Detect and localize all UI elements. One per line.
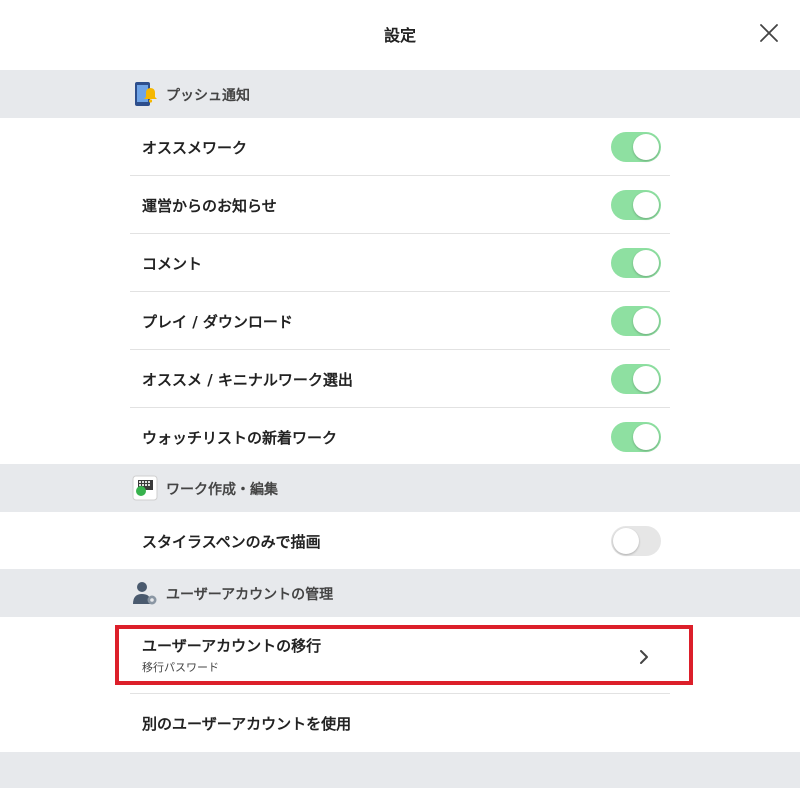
setting-row: プレイ / ダウンロード	[130, 292, 670, 350]
setting-label: 運営からのお知らせ	[142, 197, 277, 215]
setting-label: スタイラスペンのみで描画	[142, 533, 321, 551]
section-label-push: プッシュ通知	[166, 88, 250, 104]
setting-row: オススメ / キニナルワーク選出	[130, 350, 670, 408]
toggle-knob	[633, 192, 659, 218]
toggle-knob	[633, 424, 659, 450]
section-header-account: ユーザーアカウントの管理	[0, 569, 800, 617]
setting-label: オススメ / キニナルワーク選出	[142, 371, 353, 389]
toggle-knob	[633, 134, 659, 160]
page-title: 設定	[383, 26, 416, 45]
section-header-push: プッシュ通知	[0, 70, 800, 118]
account-migration-label: ユーザーアカウントの移行	[142, 637, 322, 655]
setting-label: ウォッチリストの新着ワーク	[142, 429, 338, 447]
toggle-recommended-works[interactable]	[611, 132, 661, 162]
migration-password-label: 移行パスワード	[142, 661, 219, 674]
setting-row: スタイラスペンのみで描画	[130, 512, 670, 570]
setting-label: オススメワーク	[142, 139, 248, 157]
use-other-account-item[interactable]: 別のユーザーアカウントを使用	[130, 694, 670, 752]
setting-label: コメント	[142, 255, 203, 273]
header-bar: 設定	[0, 0, 800, 70]
toggle-watchlist-new[interactable]	[611, 422, 661, 452]
toggle-play-download[interactable]	[611, 306, 661, 336]
setting-row: ウォッチリストの新着ワーク	[130, 408, 670, 466]
chevron-right-icon	[637, 648, 651, 666]
toggle-comments[interactable]	[611, 248, 661, 278]
user-gear-icon	[132, 580, 158, 606]
keyboard-icon	[132, 475, 158, 501]
toggle-knob	[633, 250, 659, 276]
section-header-edit: ワーク作成・編集	[0, 464, 800, 512]
section-label-edit: ワーク作成・編集	[166, 482, 278, 498]
phone-bell-icon	[132, 81, 158, 107]
account-migration-item[interactable]: ユーザーアカウントの移行 移行パスワード	[130, 626, 670, 694]
setting-row: オススメワーク	[130, 118, 670, 176]
use-other-account-label: 別のユーザーアカウントを使用	[142, 715, 352, 733]
toggle-stylus-only[interactable]	[611, 526, 661, 556]
toggle-knob	[633, 308, 659, 334]
close-icon[interactable]	[754, 18, 784, 48]
setting-row: 運営からのお知らせ	[130, 176, 670, 234]
toggle-knob	[633, 366, 659, 392]
setting-label: プレイ / ダウンロード	[142, 313, 293, 331]
toggle-featured-selection[interactable]	[611, 364, 661, 394]
section-label-account: ユーザーアカウントの管理	[166, 587, 334, 603]
setting-row: コメント	[130, 234, 670, 292]
bottom-spacer	[0, 752, 800, 788]
toggle-announcements[interactable]	[611, 190, 661, 220]
toggle-knob	[613, 528, 639, 554]
